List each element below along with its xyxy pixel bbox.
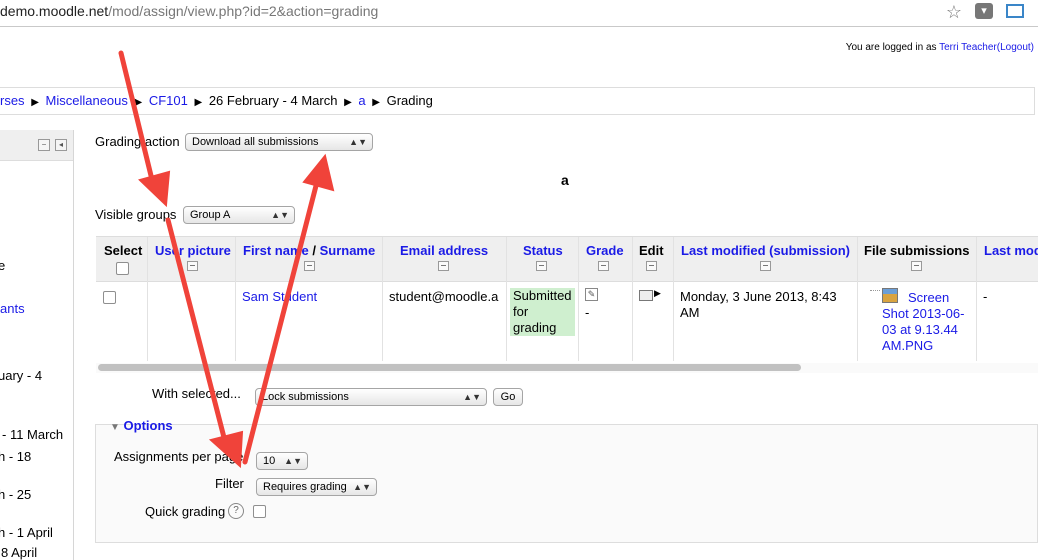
arrow-to-grading-action [242, 175, 321, 465]
annotation-arrows [118, 50, 335, 469]
arrow-head [208, 430, 244, 469]
arrow-to-visible-groups [118, 50, 158, 195]
arrow-head [138, 170, 171, 208]
arrow-head [302, 153, 335, 192]
arrow-to-assignments-per-page [165, 217, 231, 456]
